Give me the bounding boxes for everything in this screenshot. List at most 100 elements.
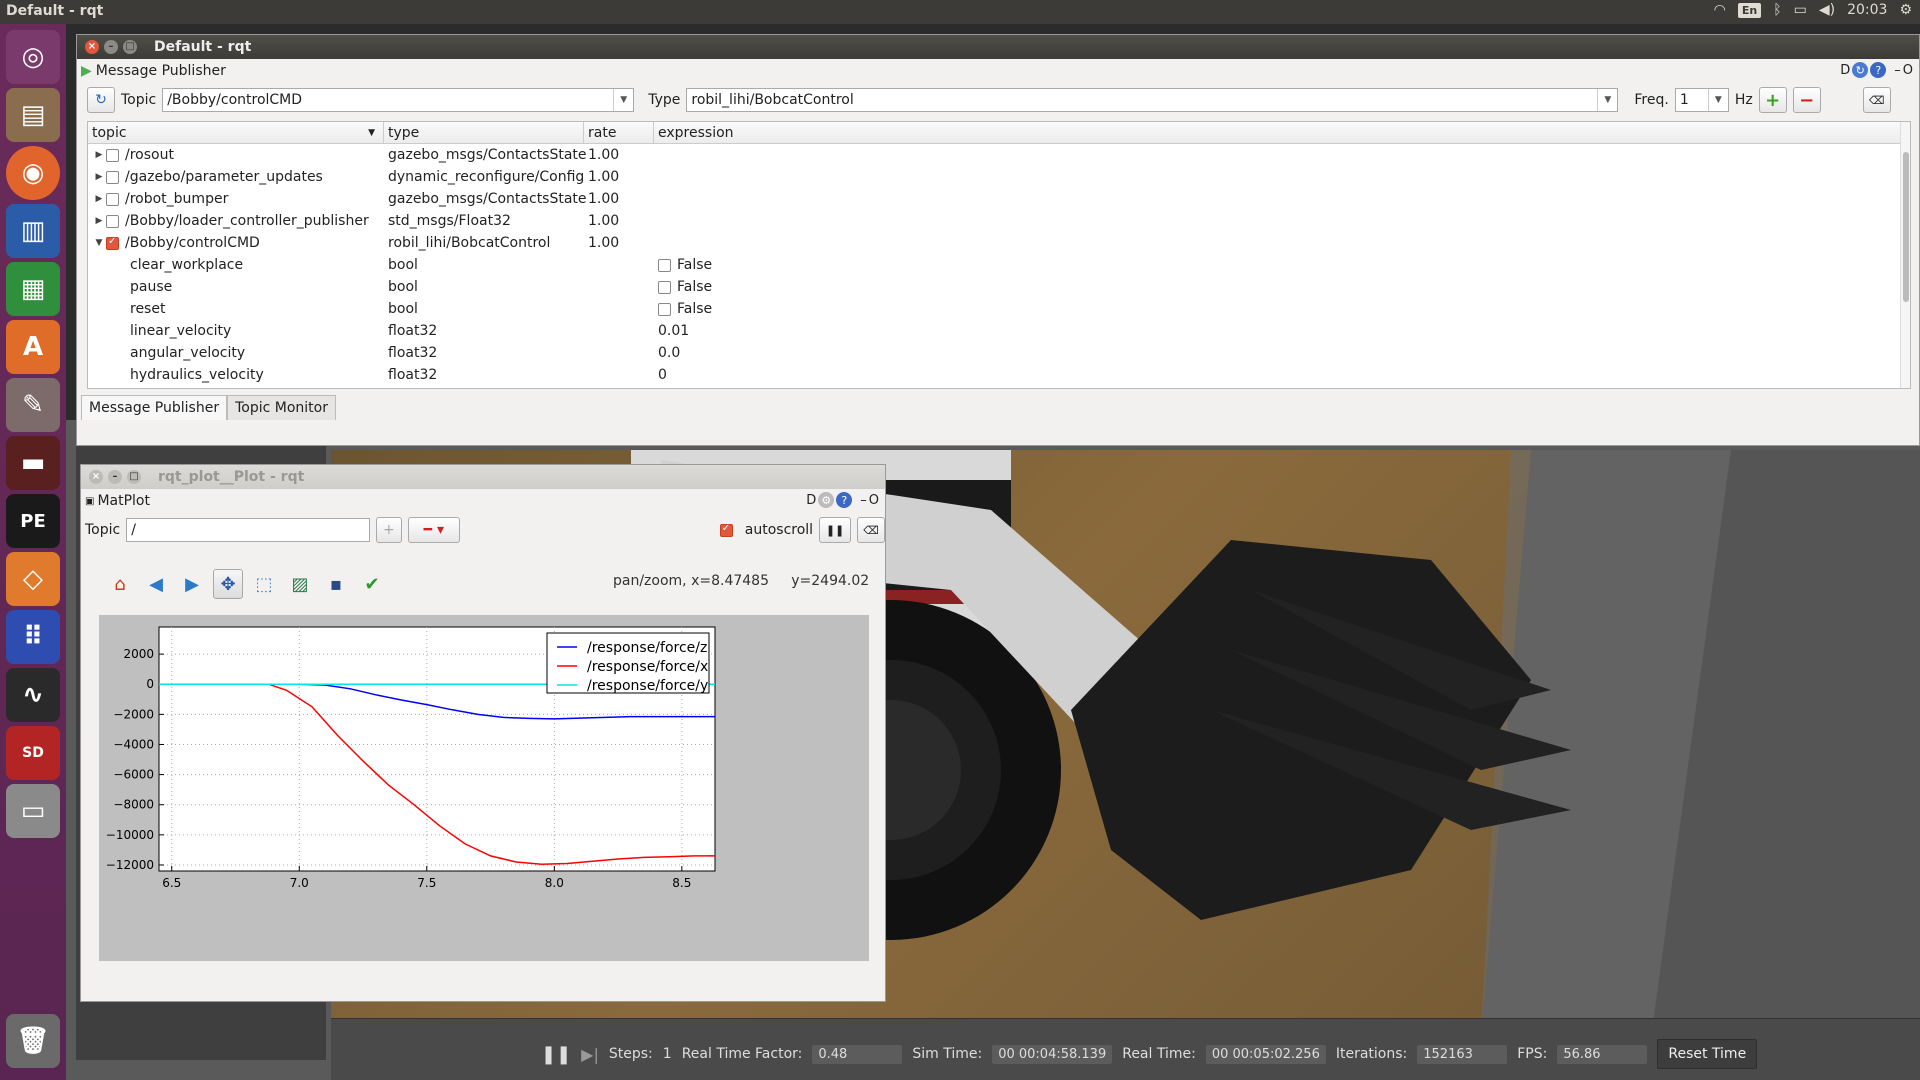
firefox-icon[interactable]: ◉ (6, 146, 60, 200)
minimize-icon[interactable]: – (108, 470, 122, 484)
plot-title-bar[interactable]: × – □ rqt_plot__Plot - rqt (81, 465, 885, 489)
topic-combobox[interactable]: /Bobby/controlCMD ▼ (162, 88, 635, 112)
dock-d-icon[interactable]: D (1840, 63, 1850, 78)
software-center-icon[interactable]: A (6, 320, 60, 374)
column-header-expression[interactable]: expression (654, 122, 1910, 143)
close-icon[interactable]: × (89, 470, 103, 484)
minimize-plugin-icon[interactable]: – (860, 493, 867, 508)
home-icon[interactable]: ⌂ (105, 569, 135, 599)
help-icon[interactable]: ? (1870, 62, 1887, 78)
trash-icon[interactable]: 🗑 (6, 1014, 60, 1068)
reset-time-button[interactable]: Reset Time (1657, 1039, 1758, 1069)
field-row[interactable]: pause bool False (88, 276, 1910, 298)
pan-icon[interactable]: ✥ (213, 569, 243, 599)
subplots-icon[interactable]: ▨ (285, 569, 315, 599)
gear-icon[interactable]: ⚙ (818, 492, 835, 508)
apps-grid-icon[interactable]: ⠿ (6, 610, 60, 664)
steps-spinbox[interactable]: 1 (663, 1046, 672, 1062)
calc-icon[interactable]: ▦ (6, 262, 60, 316)
step-icon[interactable]: ▶| (581, 1045, 599, 1064)
edit-axes-icon[interactable]: ✔ (357, 569, 387, 599)
column-header-topic[interactable]: topic ▼ (88, 122, 384, 143)
volume-icon[interactable]: ◀) (1819, 2, 1835, 18)
maximize-icon[interactable]: □ (123, 40, 137, 54)
table-row[interactable]: ▶ /rosout gazebo_msgs/ContactsState 1.00 (88, 144, 1910, 166)
add-publisher-button[interactable]: + (1758, 87, 1787, 113)
publish-checkbox[interactable] (106, 236, 119, 250)
terminal-icon[interactable]: ▬ (6, 436, 60, 490)
tab-topic-monitor[interactable]: Topic Monitor (227, 395, 336, 420)
sd-card-icon[interactable]: SD (6, 726, 60, 780)
publish-checkbox[interactable] (106, 192, 119, 206)
field-expression[interactable]: False (654, 257, 1054, 273)
table-row[interactable]: ▼ /Bobby/controlCMD robil_lihi/BobcatContr… (88, 232, 1910, 254)
battery-icon[interactable]: ▭ (1794, 2, 1807, 18)
clock[interactable]: 20:03 (1847, 2, 1887, 18)
help-icon[interactable]: ? (836, 492, 853, 508)
virtualbox-icon[interactable]: ◇ (6, 552, 60, 606)
row-rate[interactable]: 1.00 (584, 191, 654, 207)
bool-checkbox[interactable] (658, 280, 671, 294)
row-rate[interactable]: 1.00 (584, 235, 654, 251)
column-header-rate[interactable]: rate (584, 122, 654, 143)
pause-plot-button[interactable]: ❚❚ (819, 517, 852, 543)
zoom-icon[interactable]: ⬚ (249, 569, 279, 599)
field-expression[interactable]: False (654, 301, 1054, 317)
autoscroll-checkbox[interactable] (719, 523, 733, 537)
add-topic-button[interactable]: + (375, 517, 402, 543)
close-icon[interactable]: × (85, 40, 99, 54)
wifi-icon[interactable]: ◠ (1714, 2, 1726, 18)
row-rate[interactable]: 1.00 (584, 147, 654, 163)
plot-canvas[interactable]: 6.5 7.0 7.5 8.0 8.5 2000 0 −2000 −4000 −6000 −8000… (99, 615, 869, 961)
type-combobox[interactable]: robil_lihi/BobcatControl ▼ (686, 88, 1619, 112)
freq-combobox[interactable]: 1 ▼ (1674, 88, 1729, 112)
gear-icon[interactable]: ⚙ (1899, 2, 1912, 18)
clear-button[interactable]: ⌫ (1862, 87, 1891, 113)
system-settings-icon[interactable]: ✎ (6, 378, 60, 432)
bool-checkbox[interactable] (658, 302, 671, 316)
pause-icon[interactable]: ❚❚ (541, 1044, 571, 1065)
publish-checkbox[interactable] (106, 170, 119, 184)
field-expression[interactable]: 0.01 (654, 323, 1054, 339)
remove-publisher-button[interactable]: − (1792, 87, 1821, 113)
maximize-icon[interactable]: □ (127, 470, 141, 484)
expand-arrow-right-icon[interactable]: ▶ (92, 150, 106, 160)
field-expression[interactable]: 0.0 (654, 345, 1054, 361)
dock-d-icon[interactable]: D (806, 493, 816, 508)
system-monitor-icon[interactable]: ∿ (6, 668, 60, 722)
field-row[interactable]: reset bool False (88, 298, 1910, 320)
table-row[interactable]: ▶ /gazebo/parameter_updates dynamic_reconf… (88, 166, 1910, 188)
minimize-icon[interactable]: – (104, 40, 118, 54)
expand-arrow-down-icon[interactable]: ▼ (92, 238, 106, 248)
rqt-title-bar[interactable]: × – □ Default - rqt (77, 35, 1919, 59)
close-plugin-icon[interactable]: O (1903, 63, 1913, 78)
field-row[interactable]: clear_workplace bool False (88, 254, 1910, 276)
table-row[interactable]: ▶ /robot_bumper gazebo_msgs/ContactsState 1… (88, 188, 1910, 210)
table-row[interactable]: ▶ /Bobby/loader_controller_publisher std_m… (88, 210, 1910, 232)
field-row[interactable]: angular_velocity float32 0.0 (88, 342, 1910, 364)
close-plugin-icon[interactable]: O (869, 493, 879, 508)
field-row[interactable]: hydraulics_velocity float32 0 (88, 364, 1910, 386)
remove-topic-button[interactable]: ━ ▾ (407, 517, 460, 543)
drive-icon[interactable]: ▭ (6, 784, 60, 838)
ubuntu-dash-icon[interactable]: ◎ (6, 30, 60, 84)
row-rate[interactable]: 1.00 (584, 169, 654, 185)
writer-icon[interactable]: ▥ (6, 204, 60, 258)
publish-checkbox[interactable] (106, 214, 119, 228)
expand-arrow-right-icon[interactable]: ▶ (92, 216, 106, 226)
publish-checkbox[interactable] (106, 148, 119, 162)
vertical-scrollbar[interactable] (1900, 122, 1910, 388)
publishers-tree[interactable]: topic ▼ type rate expression ▶ /rosout gaze… (87, 121, 1911, 389)
forward-icon[interactable]: ▶ (177, 569, 207, 599)
plot-topic-input[interactable]: / (126, 518, 370, 542)
field-expression[interactable]: 0 (654, 367, 1054, 383)
bool-checkbox[interactable] (658, 258, 671, 272)
pycharm-icon[interactable]: PE (6, 494, 60, 548)
keyboard-layout-indicator[interactable]: En (1737, 2, 1762, 18)
save-icon[interactable]: ▪ (321, 569, 351, 599)
bluetooth-icon[interactable]: ᛒ (1773, 2, 1781, 18)
reload-icon[interactable]: ↻ (1852, 62, 1869, 78)
field-expression[interactable]: False (654, 279, 1054, 295)
field-row[interactable]: linear_velocity float32 0.01 (88, 320, 1910, 342)
back-icon[interactable]: ◀ (141, 569, 171, 599)
